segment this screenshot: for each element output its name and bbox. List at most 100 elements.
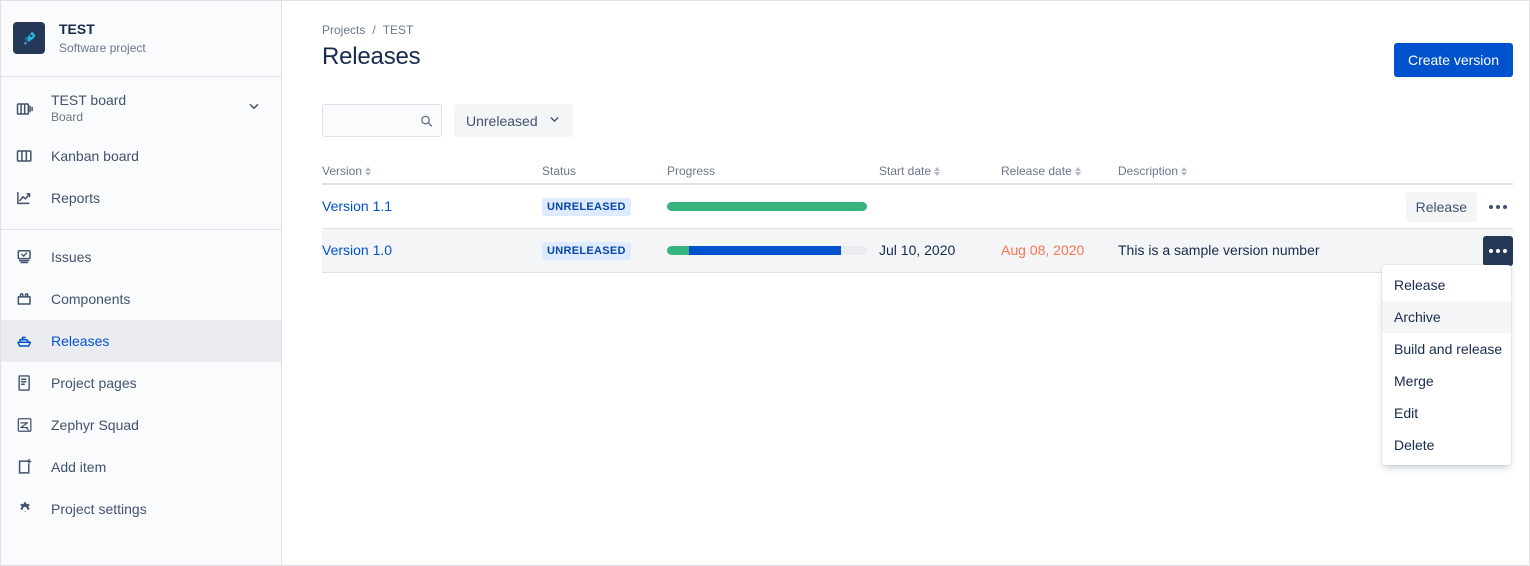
release-button[interactable]: Release	[1405, 191, 1477, 222]
sidebar-item-label: Issues	[51, 248, 92, 265]
menu-item-release[interactable]: Release	[1382, 269, 1511, 301]
add-item-icon	[15, 457, 41, 477]
columns-icon	[15, 146, 41, 166]
menu-item-edit[interactable]: Edit	[1382, 397, 1511, 429]
sidebar-item-zephyr-squad[interactable]: Zephyr Squad	[1, 404, 281, 446]
ship-icon	[15, 331, 41, 351]
menu-item-delete[interactable]: Delete	[1382, 429, 1511, 461]
create-version-button[interactable]: Create version	[1393, 43, 1513, 77]
chevron-down-icon	[548, 113, 561, 129]
cell-progress	[667, 202, 879, 211]
progress-bar[interactable]	[667, 246, 867, 255]
sidebar-item-label: Reports	[51, 189, 101, 206]
page-title: Releases	[322, 43, 421, 70]
column-header-version[interactable]: Version	[322, 164, 542, 178]
table-row[interactable]: Version 1.0 UNRELEASED Jul 10, 2020 Aug …	[322, 229, 1513, 273]
cell-version: Version 1.0	[322, 242, 542, 260]
breadcrumb-projects[interactable]: Projects	[322, 23, 365, 37]
sidebar-board-subtitle: Board	[51, 110, 84, 125]
progress-segment-in-progress	[689, 246, 841, 255]
status-filter-dropdown[interactable]: Unreleased	[454, 104, 573, 137]
status-filter-label: Unreleased	[466, 112, 538, 129]
sidebar-item-label: Components	[51, 290, 131, 307]
releases-table: Version Status Progress Start date Relea…	[322, 159, 1513, 273]
cell-status: UNRELEASED	[542, 241, 667, 260]
sidebar-item-label: Kanban board	[51, 147, 139, 164]
sidebar-item-project-settings[interactable]: Project settings	[1, 488, 281, 530]
progress-segment-todo	[841, 246, 867, 255]
cell-description: This is a sample version number	[1118, 242, 1368, 260]
sidebar-item-add-item[interactable]: Add item	[1, 446, 281, 488]
cell-actions: Release	[1368, 191, 1513, 222]
column-header-start-date[interactable]: Start date	[879, 164, 1001, 178]
page-title-row: Releases Create version	[322, 43, 1513, 77]
sidebar-item-reports[interactable]: Reports	[1, 177, 281, 219]
project-header[interactable]: TEST Software project	[1, 1, 281, 72]
column-label: Description	[1118, 164, 1179, 178]
table-row[interactable]: Version 1.1 UNRELEASED Release	[322, 185, 1513, 229]
menu-item-archive[interactable]: Archive	[1382, 301, 1511, 333]
sidebar-item-label: Releases	[51, 332, 110, 349]
sort-arrows-icon	[365, 166, 372, 176]
start-date-value: Jul 10, 2020	[879, 241, 956, 258]
sidebar-item-label: Add item	[51, 458, 107, 475]
progress-bar[interactable]	[667, 202, 867, 211]
more-horizontal-icon[interactable]	[1483, 192, 1513, 222]
cell-actions	[1368, 235, 1513, 266]
progress-segment-done	[667, 202, 867, 211]
project-name: TEST	[59, 21, 95, 37]
rocket-icon	[13, 22, 45, 55]
column-label: Progress	[667, 164, 716, 178]
sidebar-item-label: Zephyr Squad	[51, 416, 139, 433]
menu-item-build-and-release[interactable]: Build and release	[1382, 333, 1511, 365]
release-date-value: Aug 08, 2020	[1001, 241, 1085, 258]
column-header-description[interactable]: Description	[1118, 164, 1368, 178]
page-icon	[15, 373, 41, 393]
cell-status: UNRELEASED	[542, 197, 667, 216]
column-label: Release date	[1001, 164, 1072, 178]
issues-icon	[15, 247, 41, 267]
dot	[1489, 204, 1493, 209]
filter-bar: Unreleased	[322, 104, 1513, 137]
version-link[interactable]: Version 1.1	[322, 198, 392, 214]
breadcrumb-test[interactable]: TEST	[383, 23, 414, 37]
cell-version: Version 1.1	[322, 198, 542, 216]
main-content: Projects / TEST Releases Create version …	[282, 1, 1529, 565]
chevron-down-icon[interactable]	[247, 99, 261, 118]
dot	[1496, 248, 1500, 253]
project-type: Software project	[59, 40, 146, 55]
cell-start-date: Jul 10, 2020	[879, 242, 1001, 260]
menu-item-merge[interactable]: Merge	[1382, 365, 1511, 397]
sidebar-item-releases[interactable]: Releases	[1, 319, 281, 362]
dot	[1496, 204, 1500, 209]
column-header-release-date[interactable]: Release date	[1001, 164, 1118, 178]
sidebar-item-board[interactable]: TEST board Board	[1, 83, 281, 135]
sidebar-item-label: Project pages	[51, 374, 137, 391]
components-icon	[15, 289, 41, 309]
app-window: TEST Software project TEST board Board K…	[0, 0, 1530, 566]
dot	[1503, 248, 1507, 253]
sidebar-main-group: Issues Components Releases Project pages…	[1, 230, 281, 536]
version-link[interactable]: Version 1.0	[322, 242, 392, 258]
sidebar-item-project-pages[interactable]: Project pages	[1, 362, 281, 404]
gear-icon	[15, 499, 41, 519]
status-badge: UNRELEASED	[542, 242, 631, 260]
sidebar-item-label: Project settings	[51, 500, 147, 517]
column-label: Status	[542, 164, 577, 178]
column-label: Version	[322, 164, 363, 178]
more-horizontal-icon[interactable]	[1483, 235, 1513, 266]
sidebar-item-components[interactable]: Components	[1, 278, 281, 320]
sidebar-item-issues[interactable]: Issues	[1, 236, 281, 278]
breadcrumb: Projects / TEST	[322, 1, 1513, 37]
breadcrumb-separator: /	[372, 23, 376, 37]
sidebar-board-group: TEST board Board Kanban board Reports	[1, 77, 281, 225]
status-badge: UNRELEASED	[542, 198, 631, 216]
column-header-progress: Progress	[667, 164, 879, 178]
search-input[interactable]	[322, 104, 442, 137]
search-box	[322, 104, 442, 137]
sidebar-item-kanban-board[interactable]: Kanban board	[1, 135, 281, 177]
sort-arrows-icon	[1074, 166, 1081, 176]
table-header-row: Version Status Progress Start date Relea…	[322, 159, 1513, 185]
sort-arrows-icon	[934, 166, 941, 176]
chart-line-icon	[15, 188, 41, 208]
